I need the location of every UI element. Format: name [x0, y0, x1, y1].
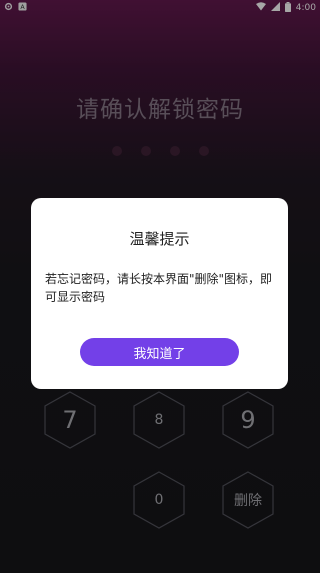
dialog-title: 温馨提示	[129, 230, 190, 248]
confirm-button[interactable]: 我知道了	[80, 338, 239, 366]
tip-dialog: 温馨提示 若忘记密码，请长按本界面"删除"图标，即可显示密码 我知道了	[31, 198, 288, 389]
dialog-message: 若忘记密码，请长按本界面"删除"图标，即可显示密码	[45, 272, 273, 304]
